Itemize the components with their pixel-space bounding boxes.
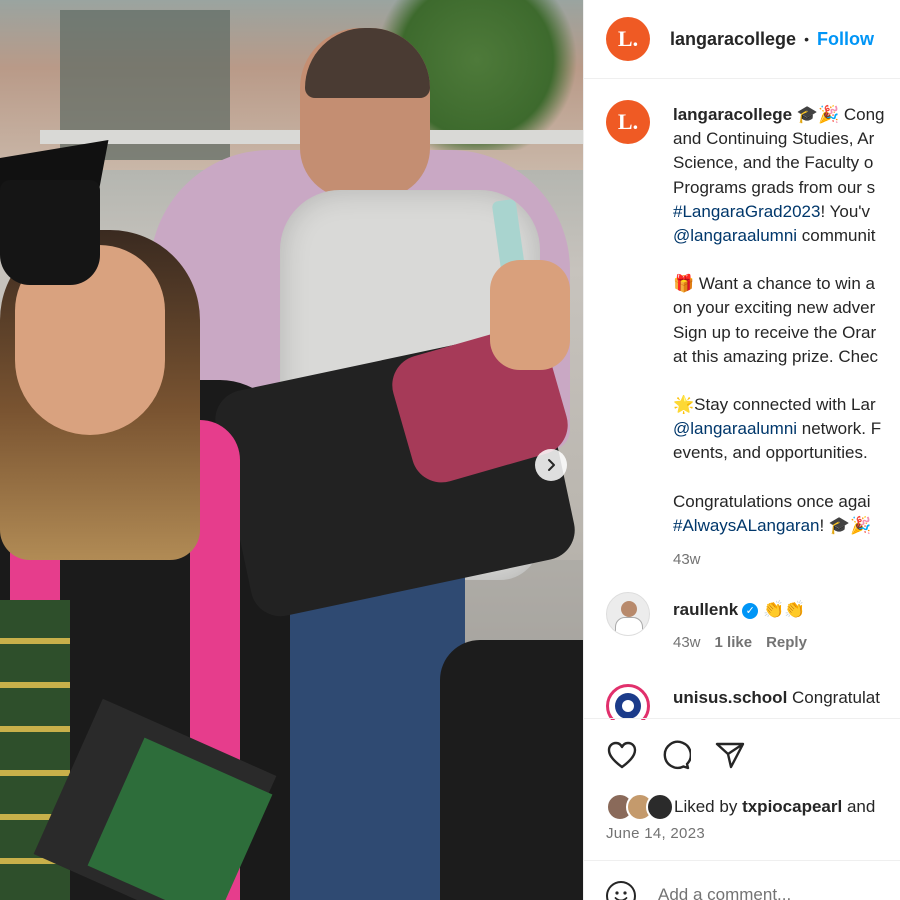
commenter-avatar[interactable] [606,684,650,720]
comment-bubble-icon[interactable] [660,739,692,771]
caption-line: Programs grads from our s [673,177,876,197]
post-photo[interactable] [0,0,583,900]
commenter-avatar[interactable] [606,592,650,636]
liker-avatar [646,793,674,821]
caption-username[interactable]: langaracollege [673,105,792,124]
caption-line: Congratulations once agai [673,491,871,511]
avatar-head [621,601,637,617]
caption-line: #LangaraGrad2023! You'v [673,200,900,224]
caption-paragraph-gap [673,369,900,393]
photo-hand [490,260,570,370]
caption-line: on your exciting new adver [673,298,876,318]
comment-time[interactable]: 43w [673,634,701,651]
comment-body: raullenk ✓ 👏👏 [673,600,805,620]
mention-link[interactable]: @langaraalumni [673,419,797,438]
chevron-right-icon [548,459,555,471]
post-header: L. langaracollege • Follow [584,0,900,79]
caption-fragment: ! You'v [820,201,871,221]
follow-button[interactable]: Follow [817,29,874,50]
caption-line: events, and opportunities. [673,443,868,463]
liked-by-prefix: Liked by [674,797,738,816]
caption-avatar[interactable]: L. [606,100,650,144]
liked-by-user[interactable]: txpiocapearl [742,797,842,817]
verified-badge-icon: ✓ [742,603,759,619]
comment-text: 👏👏 [762,600,806,619]
profile-avatar[interactable]: L. [606,17,650,61]
carousel-next-button[interactable] [535,449,567,481]
caption-line: #AlwaysALangaran! 🎓🎉 [673,514,900,538]
comment-body: unisus.school Congratulat [673,688,880,708]
share-send-icon[interactable] [714,739,746,771]
like-heart-icon[interactable] [606,739,638,771]
comment-username[interactable]: raullenk [673,600,738,619]
caption-paragraph-gap [673,248,900,272]
avatar-logo-core [622,700,634,712]
action-bar [606,739,746,771]
hashtag-link[interactable]: #AlwaysALangaran [673,516,819,535]
emoji-icon[interactable] [606,881,636,900]
caption-line: @langaraalumni network. F [673,417,900,441]
photo-stroller [440,640,583,900]
post-date[interactable]: June 14, 2023 [606,825,705,842]
caption-fragment: network. F [797,419,882,439]
comment-likes[interactable]: 1 like [715,634,753,651]
liked-by-row[interactable]: Liked by txpiocapearl and [606,793,875,821]
liked-by-suffix[interactable]: and [847,797,875,817]
caption-line: at this amazing prize. Chec [673,346,879,366]
caption-line: 🌟Stay connected with Lar [673,395,876,415]
caption-fragment: ! 🎓🎉 [819,515,872,535]
caption-avatar-wrap: L. [606,100,650,144]
header-username[interactable]: langaracollege [670,29,796,50]
caption-line: langaracollege 🎓🎉 Cong [673,103,900,127]
caption-paragraph-gap [673,466,900,490]
caption-fragment: 🎓🎉 Cong [792,105,885,124]
header-separator: • [804,31,809,47]
add-comment-input[interactable] [658,885,858,900]
avatar-body [615,617,643,635]
caption-text: langaracollege 🎓🎉 Cong and Continuing St… [673,103,900,572]
caption-line: Science, and the Faculty o [673,153,874,173]
caption-timestamp[interactable]: 43w [673,548,900,572]
caption-line: Sign up to receive the Orar [673,322,877,342]
post-actions-section: Liked by txpiocapearl and June 14, 2023 [584,718,900,842]
caption-line: 🎁 Want a chance to win a [673,274,875,294]
photo-cap [0,180,100,285]
caption-line: @langaraalumni communit [673,224,900,248]
mention-link[interactable]: @langaraalumni [673,226,797,245]
comment-text: Congratulat [792,688,880,707]
comment-username[interactable]: unisus.school [673,688,787,707]
caption-fragment: communit [797,226,876,246]
caption-line: and Continuing Studies, Ar [673,129,875,149]
hashtag-link[interactable]: #LangaraGrad2023 [673,202,820,221]
reply-button[interactable]: Reply [766,634,807,651]
comments-scroll-area[interactable]: L. langaracollege 🎓🎉 Cong and Continuing… [584,80,900,720]
liker-avatars [606,793,674,821]
comment-meta: 43w 1 like Reply [673,634,807,651]
post-side-panel: L. langaracollege • Follow L. langaracol… [583,0,900,900]
add-comment-bar [584,860,900,900]
